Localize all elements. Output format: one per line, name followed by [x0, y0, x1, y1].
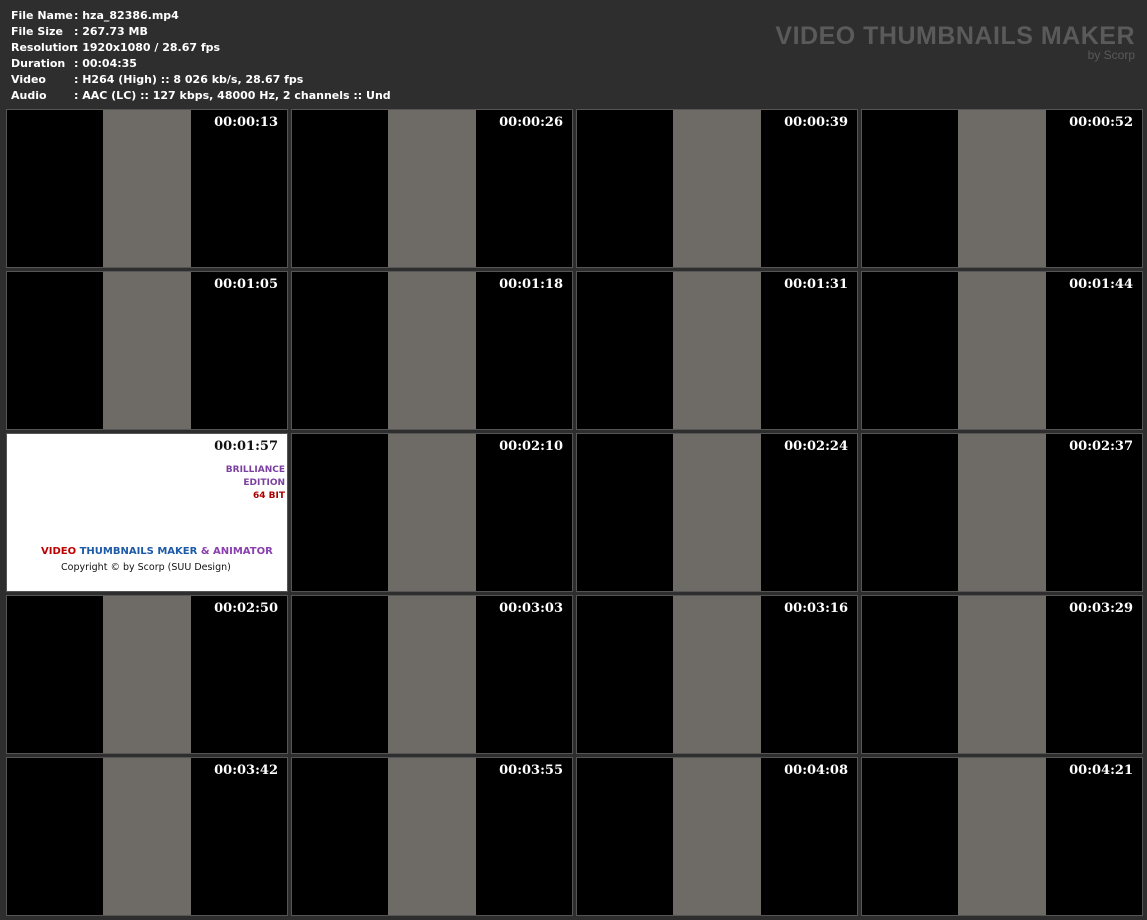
video-frame-placeholder: [673, 272, 761, 429]
video-frame-placeholder: [673, 110, 761, 267]
brand-watermark: VIDEO THUMBNAILS MAKER by Scorp: [775, 22, 1135, 62]
logo-word: VIDEO: [41, 546, 80, 557]
thumbnail: 00:02:24: [576, 433, 858, 592]
info-value: : AAC (LC) :: 127 kbps, 48000 Hz, 2 chan…: [74, 89, 391, 102]
timestamp: 00:00:39: [784, 115, 848, 130]
info-row: File Name: hza_82386.mp4: [11, 8, 391, 24]
timestamp: 00:01:18: [499, 277, 563, 292]
timestamp: 00:02:50: [214, 601, 278, 616]
thumbnail: BRILLIANCE EDITION 64 BIT VIDEO THUMBNAILS…: [6, 433, 288, 592]
thumbnail: 00:03:42: [6, 757, 288, 916]
video-frame-placeholder: [103, 758, 191, 915]
thumbnail: 00:04:08: [576, 757, 858, 916]
thumbnail: 00:03:29: [861, 595, 1143, 754]
timestamp: 00:04:08: [784, 763, 848, 778]
info-value: : 267.73 MB: [74, 25, 148, 38]
info-row: File Size : 267.73 MB: [11, 24, 391, 40]
video-frame-placeholder: [958, 272, 1046, 429]
logo-word: & ANIMATOR: [200, 546, 273, 557]
video-frame-placeholder: [958, 596, 1046, 753]
timestamp: 00:00:52: [1069, 115, 1133, 130]
video-frame-placeholder: [103, 110, 191, 267]
thumbnail: 00:01:31: [576, 271, 858, 430]
thumbnail: 00:01:18: [291, 271, 573, 430]
info-row: Video : H264 (High) :: 8 026 kb/s, 28.67 …: [11, 72, 391, 88]
video-frame-placeholder: [673, 758, 761, 915]
info-row: Resolution: 1920x1080 / 28.67 fps: [11, 40, 391, 56]
info-label: Audio: [11, 89, 47, 102]
thumbnail: 00:02:37: [861, 433, 1143, 592]
file-info: File Name: hza_82386.mp4 File Size: 267.7…: [11, 8, 391, 104]
timestamp: 00:02:37: [1069, 439, 1133, 454]
thumbnail: 00:04:21: [861, 757, 1143, 916]
timestamp: 00:03:29: [1069, 601, 1133, 616]
timestamp: 00:03:03: [499, 601, 563, 616]
video-frame-placeholder: [388, 272, 476, 429]
info-value: : 1920x1080 / 28.67 fps: [74, 41, 221, 54]
thumbnail: 00:02:50: [6, 595, 288, 754]
timestamp: 00:03:55: [499, 763, 563, 778]
thumbnail: 00:00:52: [861, 109, 1143, 268]
timestamp: 00:03:42: [214, 763, 278, 778]
info-row: Duration : 00:04:35: [11, 56, 391, 72]
timestamp: 00:01:05: [214, 277, 278, 292]
logo-copyright: Copyright © by Scorp (SUU Design): [61, 562, 231, 573]
info-value: : 00:04:35: [74, 57, 137, 70]
edition-label: BRILLIANCE EDITION 64 BIT: [226, 464, 285, 503]
video-frame-placeholder: [388, 758, 476, 915]
video-frame-placeholder: [388, 110, 476, 267]
info-label: File Size: [11, 25, 63, 38]
video-frame-placeholder: [958, 110, 1046, 267]
thumbnail: 00:00:26: [291, 109, 573, 268]
thumbnail: 00:02:10: [291, 433, 573, 592]
timestamp: 00:01:44: [1069, 277, 1133, 292]
thumbnail: 00:03:16: [576, 595, 858, 754]
thumbnail: 00:00:39: [576, 109, 858, 268]
brand-title: VIDEO THUMBNAILS MAKER: [775, 22, 1135, 50]
thumbnail-grid: 00:00:13 00:00:26 00:00:39 00:00:52 00:01:05…: [6, 109, 1143, 916]
thumbnail: 00:01:05: [6, 271, 288, 430]
timestamp: 00:01:57: [214, 439, 278, 454]
timestamp: 00:03:16: [784, 601, 848, 616]
thumbnail: 00:03:55: [291, 757, 573, 916]
info-value: : hza_82386.mp4: [74, 9, 179, 22]
timestamp: 00:01:31: [784, 277, 848, 292]
info-value: : H264 (High) :: 8 026 kb/s, 28.67 fps: [74, 73, 304, 86]
logo-word: THUMBNAILS MAKER: [79, 546, 201, 557]
info-label: Video: [11, 73, 46, 86]
video-frame-placeholder: [673, 434, 761, 591]
edition-line: BRILLIANCE: [225, 465, 285, 475]
video-frame-placeholder: [673, 596, 761, 753]
timestamp: 00:02:24: [784, 439, 848, 454]
info-row: Audio : AAC (LC) :: 127 kbps, 48000 Hz, 2…: [11, 88, 391, 104]
video-frame-placeholder: [103, 596, 191, 753]
video-frame-placeholder: [103, 272, 191, 429]
timestamp: 00:00:13: [214, 115, 278, 130]
info-label: Resolution: [11, 41, 78, 54]
video-frame-placeholder: [388, 434, 476, 591]
timestamp: 00:00:26: [499, 115, 563, 130]
thumbnail: 00:01:44: [861, 271, 1143, 430]
edition-line: 64 BIT: [252, 491, 285, 501]
info-label: File Name: [11, 9, 73, 22]
logo-title: VIDEO THUMBNAILS MAKER & ANIMATOR: [41, 546, 273, 557]
timestamp: 00:04:21: [1069, 763, 1133, 778]
info-label: Duration: [11, 57, 66, 70]
thumbnail: 00:00:13: [6, 109, 288, 268]
edition-line: EDITION: [243, 478, 285, 488]
timestamp: 00:02:10: [499, 439, 563, 454]
video-frame-placeholder: [958, 434, 1046, 591]
thumbnail: 00:03:03: [291, 595, 573, 754]
video-frame-placeholder: [958, 758, 1046, 915]
video-frame-placeholder: [388, 596, 476, 753]
